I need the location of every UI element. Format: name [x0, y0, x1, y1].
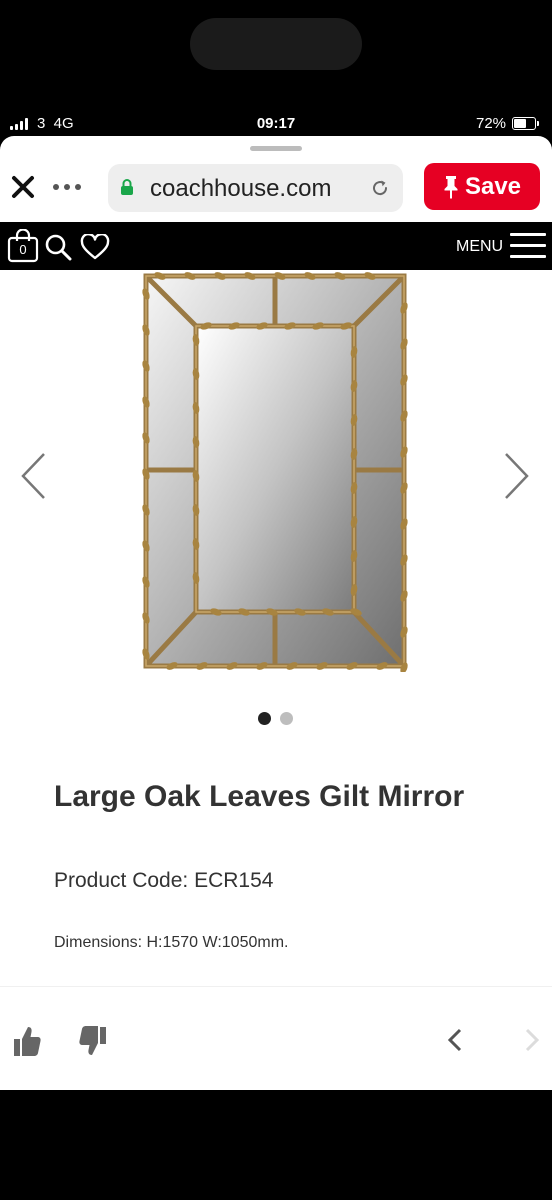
bottom-toolbar: [0, 986, 552, 1090]
product-title: Large Oak Leaves Gilt Mirror: [54, 780, 465, 813]
url-text: coachhouse.com: [150, 175, 332, 202]
thumbs-up-icon[interactable]: [12, 1025, 42, 1057]
product-dimensions: Dimensions: H:1570 W:1050mm.: [54, 934, 289, 951]
home-indicator-area: [0, 1090, 552, 1200]
product-code: Product Code: ECR154: [54, 869, 274, 892]
status-bar: 3 4G 09:17 72%: [0, 108, 552, 138]
thumbs-down-icon[interactable]: [78, 1025, 108, 1057]
address-bar[interactable]: coachhouse.com: [108, 164, 403, 212]
shopping-bag-icon[interactable]: 0: [7, 229, 39, 263]
bag-count: 0: [19, 242, 27, 257]
pin-icon: [444, 175, 458, 199]
sheet-grabber[interactable]: [250, 146, 302, 151]
battery-icon: [512, 117, 539, 130]
save-button[interactable]: Save: [424, 163, 540, 210]
forward-arrow-icon[interactable]: [522, 1027, 542, 1053]
close-icon[interactable]: [10, 174, 36, 200]
pagination-dot[interactable]: [258, 712, 271, 725]
gallery-pagination: [258, 712, 293, 725]
lock-icon: [121, 179, 133, 195]
chevron-right-icon[interactable]: [502, 451, 532, 501]
search-icon[interactable]: [44, 233, 72, 261]
pagination-dot[interactable]: [280, 712, 293, 725]
chevron-left-icon[interactable]: [18, 451, 48, 501]
heart-icon[interactable]: [80, 234, 110, 260]
more-options-icon[interactable]: [53, 184, 81, 190]
clock: 09:17: [256, 115, 296, 132]
menu-label[interactable]: MENU: [456, 238, 503, 256]
back-arrow-icon[interactable]: [445, 1027, 465, 1053]
product-image[interactable]: [140, 270, 410, 672]
save-label: Save: [464, 172, 522, 200]
site-navbar: 0 MENU: [0, 222, 552, 270]
reload-icon[interactable]: [370, 178, 390, 198]
camera-notch: [190, 18, 362, 70]
battery-percent: 72%: [476, 115, 507, 132]
browser-sheet: coachhouse.com Save 0 MENU Large Oak Lea…: [0, 136, 552, 1090]
hamburger-menu-icon[interactable]: [510, 233, 546, 259]
